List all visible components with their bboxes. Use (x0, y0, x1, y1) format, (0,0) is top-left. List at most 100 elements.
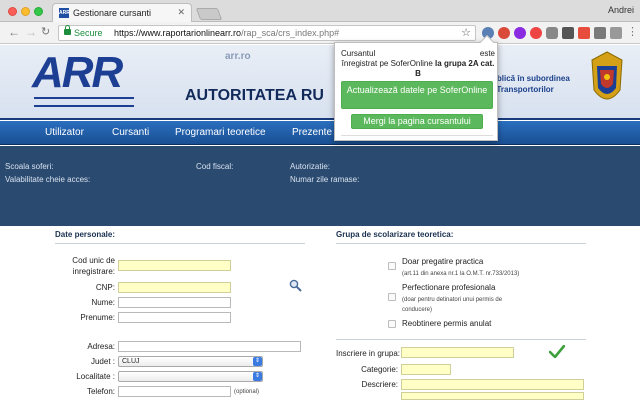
cod-unic-input[interactable] (118, 260, 231, 271)
maximize-window-button[interactable] (34, 7, 43, 16)
perfectionare-checkbox[interactable] (388, 293, 396, 301)
descriere-label: Descriere: (361, 380, 398, 389)
menu-dots-icon[interactable]: ⋮ (627, 25, 638, 38)
main-navigation: Utilizator Cursanti Programari teoretice… (0, 121, 640, 145)
checkmark-icon (549, 345, 565, 358)
prenume-label: Prenume: (80, 313, 115, 322)
bookmark-star-icon[interactable]: ☆ (461, 26, 471, 39)
back-arrow-icon[interactable]: ← (8, 25, 20, 39)
subordination-line-1: ublică în subordinea (492, 74, 570, 83)
numar-zile-label: Numar zile ramase: (290, 175, 360, 184)
nume-label: Nume: (91, 298, 115, 307)
telefon-input[interactable] (118, 386, 231, 397)
secure-label: Secure (74, 28, 103, 38)
prenume-input[interactable] (118, 312, 231, 323)
popup-message: Cursantul este înregistrat pe SoferOnlin… (341, 49, 495, 79)
student-form: Date personale: Grupa de scolarizare teo… (0, 226, 640, 400)
browser-tab-bar: ARR Gestionare cursanti ✕ Andrei (0, 0, 640, 22)
search-icon[interactable] (289, 279, 302, 292)
nav-prezente[interactable]: Prezente c (292, 127, 340, 138)
group-heading: Grupa de scolarizare teoretica: (336, 230, 454, 239)
profile-name[interactable]: Andrei (608, 5, 634, 15)
url-text: https://www.raportarionlinearr.ro/rap_sc… (114, 28, 339, 38)
arr-favicon-icon: ARR (59, 8, 70, 18)
extension-purple-icon[interactable] (514, 27, 526, 39)
subordination-text: ublică în subordinea i Transportorilor (492, 73, 570, 95)
judet-selected-value: CLUJ (122, 358, 140, 365)
judet-select[interactable]: CLUJ ⇕ (118, 356, 263, 367)
cod-fiscal-label: Cod fiscal: (196, 162, 234, 171)
group-options-separator (336, 339, 586, 340)
valabilitate-label: Valabilitate cheie acces: (5, 175, 91, 184)
minimize-window-button[interactable] (21, 7, 30, 16)
tab-title: Gestionare cursanti (73, 8, 152, 18)
popup-divider (341, 135, 493, 136)
browser-toolbar: ← → ↻ Secure https://www.raportarionline… (0, 22, 640, 44)
select-arrow-icon: ⇕ (253, 372, 262, 381)
categorie-label: Categorie: (361, 365, 398, 374)
new-tab-button[interactable] (195, 8, 223, 20)
telefon-label: Telefon: (86, 387, 115, 396)
autorizatie-label: Autorizatie: (290, 162, 331, 171)
update-soferonline-button[interactable]: Actualizează datele pe SoferOnline (341, 81, 493, 109)
doar-practica-note: (art.11 din anexa nr.1 la O.M.T. nr.733/… (402, 271, 520, 277)
reobtinere-label: Reobtinere permis anulat (402, 319, 492, 328)
url-path: /rap_sca/crs_index.php# (241, 28, 340, 38)
subordination-line-2: i Transportorilor (492, 85, 554, 94)
extension-red-icon[interactable] (498, 27, 510, 39)
scoala-label: Scoala soferi: (5, 162, 54, 171)
page-title: AUTORITATEA RU (185, 87, 324, 104)
extension-square-icon[interactable] (562, 27, 574, 39)
popup-line-1b: este (479, 49, 495, 58)
nume-input[interactable] (118, 297, 231, 308)
forward-arrow-icon[interactable]: → (25, 25, 37, 39)
close-window-button[interactable] (8, 7, 17, 16)
school-info-panel: Scoala soferi: Valabilitate cheie acces:… (0, 146, 640, 226)
telefon-optional-note: (optional) (234, 389, 260, 395)
group-separator (336, 243, 586, 244)
personal-data-heading: Date personale: (55, 230, 116, 239)
lock-icon (64, 25, 71, 35)
perfectionare-note-1: (doar pentru detinatori unui permis de (402, 297, 503, 303)
popup-line-2b: la grupa 2A cat. (432, 59, 495, 68)
judet-label: Judet : (90, 357, 115, 366)
popup-line-2a: înregistrat pe SoferOnline (341, 59, 433, 68)
inscriere-input[interactable] (401, 347, 514, 358)
coat-of-arms-icon (591, 51, 623, 100)
cod-unic-label-2: inregistrare: (72, 267, 115, 276)
cnp-input[interactable] (118, 282, 231, 293)
extension-opera-icon[interactable] (530, 27, 542, 39)
nav-programari-teoretice[interactable]: Programari teoretice (175, 127, 266, 138)
perfectionare-label: Perfectionare profesionala (402, 283, 496, 292)
extension-plus-icon[interactable] (578, 27, 590, 39)
extension-grid-icon[interactable] (610, 27, 622, 39)
nav-utilizator[interactable]: Utilizator (45, 127, 84, 138)
address-bar[interactable]: Secure https://www.raportarionlinearr.ro… (58, 25, 476, 41)
logo-lines (34, 97, 134, 107)
site-header: ARR arr.ro AUTORITATEA RU ublică în subo… (0, 45, 640, 120)
localitate-label: Localitate : (76, 372, 115, 381)
adresa-input[interactable] (118, 341, 301, 352)
open-student-page-button[interactable]: Mergi la pagina cursantului (351, 114, 483, 129)
watermark-text: arr.ro (225, 51, 251, 62)
browser-tab[interactable]: ARR Gestionare cursanti ✕ (52, 3, 192, 22)
extension-s-icon[interactable] (594, 27, 606, 39)
url-host: https://www.raportarionlinearr.ro (114, 28, 242, 38)
popup-line-3: B (415, 69, 421, 78)
perfectionare-note-2: conducere) (402, 307, 433, 313)
popup-line-2: înregistrat pe SoferOnline la grupa 2A c… (341, 59, 495, 69)
inscriere-label: Inscriere in grupa: (336, 349, 401, 358)
cnp-label: CNP: (95, 283, 115, 292)
close-tab-icon[interactable]: ✕ (177, 7, 185, 18)
reobtinere-checkbox[interactable] (388, 320, 396, 328)
extension-cloud-icon[interactable] (546, 27, 558, 39)
logo-text: ARR (32, 48, 123, 97)
reload-icon[interactable]: ↻ (41, 25, 50, 38)
descriere-input[interactable] (401, 379, 584, 390)
doar-practica-checkbox[interactable] (388, 262, 396, 270)
localitate-select[interactable]: ⇕ (118, 371, 263, 382)
nav-cursanti[interactable]: Cursanti (112, 127, 149, 138)
popup-line-1: Cursantul este (341, 49, 495, 59)
descriere-input-extra[interactable] (401, 392, 584, 400)
categorie-input[interactable] (401, 364, 451, 375)
